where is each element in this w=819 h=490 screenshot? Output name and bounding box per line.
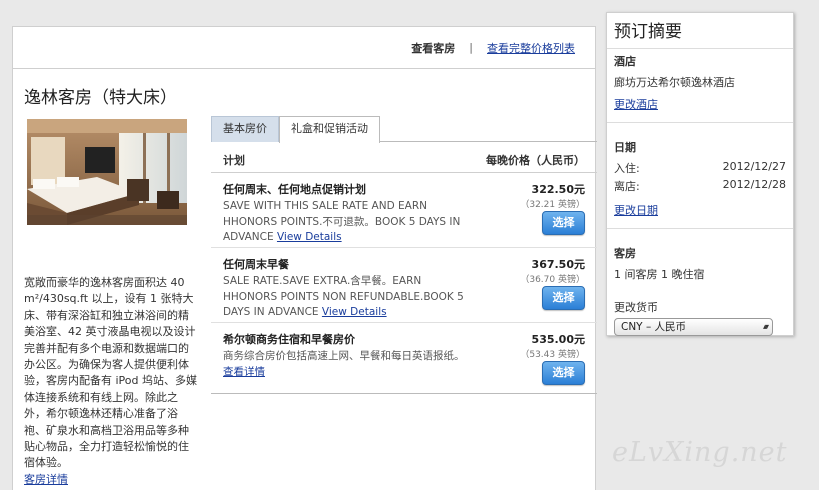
room-title: 逸林客房（特大床） — [24, 88, 177, 108]
rate-alt-price: （36.70 英镑） — [520, 275, 585, 285]
plan-column-header: 计划 — [223, 154, 245, 167]
checkout-row: 离店: 2012/12/28 — [614, 178, 786, 194]
rate-price: 535.00元 — [531, 333, 585, 346]
rate-row: 任何周末早餐 SALE RATE.SAVE EXTRA.含早餐。EARN HHO… — [211, 248, 597, 323]
price-column-header: 每晚价格（人民币） — [486, 154, 585, 167]
rate-row: 希尔顿商务住宿和早餐房价 商务综合房价包括高速上网、早餐和每日英语报纸。 查看详… — [211, 323, 597, 393]
tab-basic-rates[interactable]: 基本房价 — [211, 116, 279, 142]
rate-tabs: 基本房价 礼盒和促销活动 — [211, 116, 597, 143]
hotel-name: 廊坊万达希尔顿逸林酒店 — [614, 76, 735, 89]
rates-header: 计划 每晚价格（人民币） — [211, 142, 597, 173]
rate-price: 322.50元 — [531, 183, 585, 196]
rate-alt-price: （53.43 英镑） — [520, 350, 585, 360]
rooms-value: 1 间客房 1 晚住宿 — [614, 268, 705, 281]
change-date-link[interactable]: 更改日期 — [614, 202, 786, 218]
room-panel: 查看客房 | 查看完整价格列表 逸林客房（特大床） 宽敞而豪华的逸林客房面积达 … — [12, 26, 597, 490]
rate-description-text: 商务综合房价包括高速上网、早餐和每日英语报纸。 — [223, 350, 465, 362]
checkin-row: 入住: 2012/12/27 — [614, 160, 786, 176]
room-description-text: 宽敞而豪华的逸林客房面积达 40 m²/430sq.ft 以上，设有 1 张特大… — [24, 276, 198, 470]
summary-title: 预订摘要 — [607, 13, 793, 49]
rate-description: 商务综合房价包括高速上网、早餐和每日英语报纸。 查看详情 — [223, 349, 471, 380]
summary-hotel-section: 酒店 廊坊万达希尔顿逸林酒店 更改酒店 — [607, 49, 793, 123]
rooms-label: 客房 — [614, 247, 636, 260]
select-rate-button[interactable]: 选择 — [542, 211, 585, 235]
rate-details-link[interactable]: View Details — [322, 306, 387, 318]
room-details-link[interactable]: 客房详情 — [24, 472, 198, 488]
tab-packages-promotions[interactable]: 礼盒和促销活动 — [279, 116, 380, 143]
select-rate-button[interactable]: 选择 — [542, 361, 585, 385]
checkout-label: 离店: — [614, 180, 640, 193]
rates-section: 基本房价 礼盒和促销活动 计划 每晚价格（人民币） 任何周末、任何地点促销计划 … — [211, 116, 597, 394]
summary-date-section: 日期 入住: 2012/12/27 离店: 2012/12/28 更改日期 — [607, 123, 793, 229]
checkout-date: 2012/12/28 — [722, 178, 786, 191]
rates-table: 计划 每晚价格（人民币） 任何周末、任何地点促销计划 SAVE WITH THI… — [211, 141, 597, 394]
rate-details-link[interactable]: 查看详情 — [223, 366, 265, 378]
rate-alt-price: （32.21 英镑） — [520, 200, 585, 210]
view-rooms-label: 查看客房 — [411, 41, 456, 55]
top-navigation: 查看客房 | 查看完整价格列表 — [13, 27, 595, 69]
hotel-label: 酒店 — [614, 55, 636, 68]
rate-price: 367.50元 — [531, 258, 585, 271]
rate-row: 任何周末、任何地点促销计划 SAVE WITH THIS SALE RATE A… — [211, 173, 597, 248]
checkin-label: 入住: — [614, 162, 640, 175]
full-price-list-link[interactable]: 查看完整价格列表 — [487, 40, 575, 56]
rate-description-text: SAVE WITH THIS SALE RATE AND EARN HHONOR… — [223, 200, 461, 244]
select-arrows-icon: ▴▾ — [762, 322, 769, 331]
booking-summary: 预订摘要 酒店 廊坊万达希尔顿逸林酒店 更改酒店 日期 入住: 2012/12/… — [606, 12, 794, 336]
watermark: eLvXing.net — [612, 437, 788, 468]
checkin-date: 2012/12/27 — [722, 160, 786, 173]
room-description: 宽敞而豪华的逸林客房面积达 40 m²/430sq.ft 以上，设有 1 张特大… — [24, 275, 198, 488]
rate-description: SAVE WITH THIS SALE RATE AND EARN HHONOR… — [223, 199, 471, 246]
rate-details-link[interactable]: View Details — [277, 231, 342, 243]
nav-separator: | — [469, 41, 473, 54]
room-photo — [27, 119, 187, 225]
currency-value: CNY – 人民币 — [621, 321, 687, 333]
summary-rooms-section: 客房 1 间客房 1 晚住宿 更改货币 CNY – 人民币 ▴▾ — [607, 229, 793, 336]
currency-select[interactable]: CNY – 人民币 ▴▾ — [614, 318, 773, 336]
rate-description: SALE RATE.SAVE EXTRA.含早餐。EARN HHONORS PO… — [223, 274, 471, 321]
change-hotel-link[interactable]: 更改酒店 — [614, 96, 786, 112]
currency-label: 更改货币 — [614, 301, 658, 314]
select-rate-button[interactable]: 选择 — [542, 286, 585, 310]
date-label: 日期 — [614, 141, 636, 154]
